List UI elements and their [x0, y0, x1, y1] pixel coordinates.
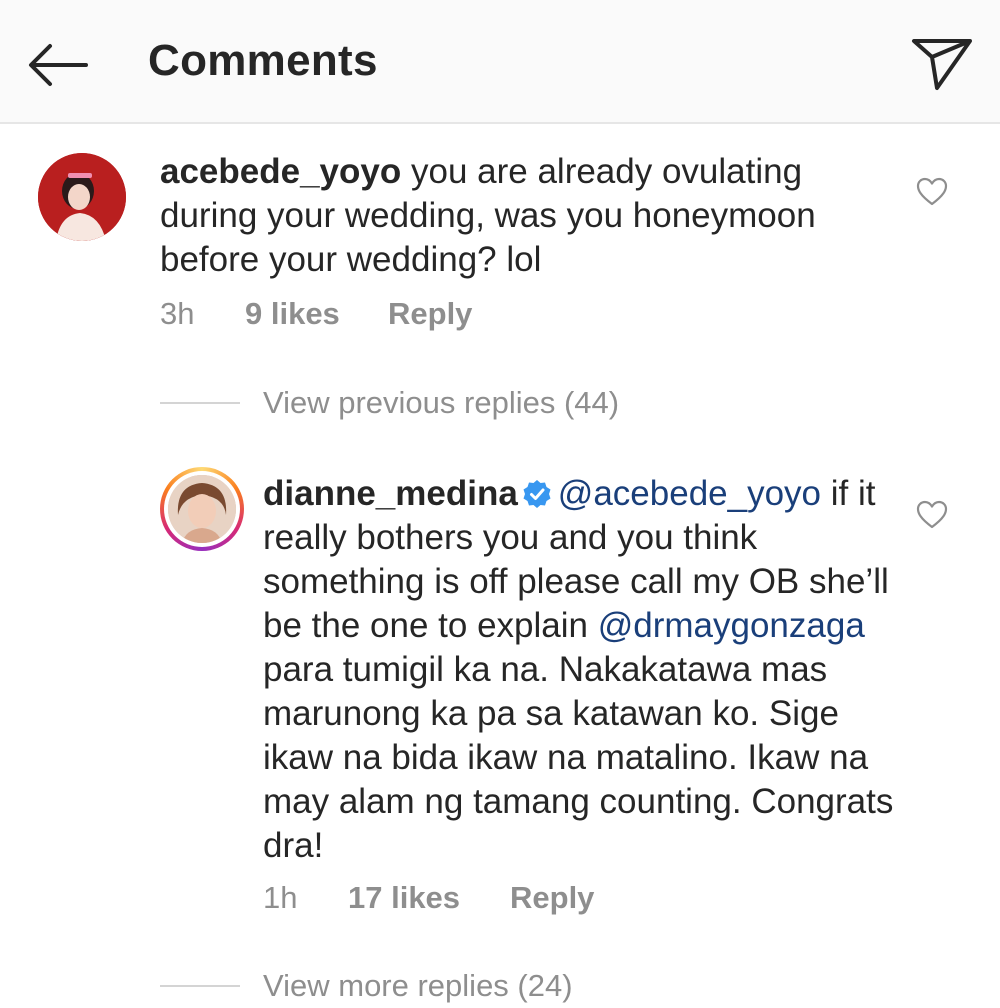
comment-time: 3h: [160, 296, 195, 331]
comment-text: para tumigil ka na. Nakakatawa mas marun…: [263, 650, 894, 865]
profile-photo: [168, 475, 236, 543]
divider: [160, 985, 240, 987]
divider: [160, 402, 240, 404]
story-ring[interactable]: [160, 467, 244, 551]
profile-photo: [38, 153, 126, 241]
comment-time: 1h: [263, 880, 298, 915]
share-button[interactable]: [910, 36, 974, 94]
heart-icon[interactable]: [916, 177, 948, 207]
reply-button[interactable]: Reply: [388, 296, 472, 332]
arrow-left-icon: [29, 44, 88, 86]
likes-count[interactable]: 9 likes: [245, 296, 340, 332]
reply-button[interactable]: Reply: [510, 880, 594, 916]
avatar: [168, 475, 236, 543]
comment-body: acebede_yoyo you are already ovulating d…: [160, 150, 900, 282]
comment-body: dianne_medina @acebede_yoyo if it really…: [263, 472, 903, 868]
paper-plane-icon: [912, 39, 972, 90]
comments-header: Comments: [0, 0, 1000, 124]
mention-link[interactable]: @drmaygonzaga: [598, 606, 865, 645]
page-title: Comments: [148, 36, 378, 85]
verified-badge-icon: [523, 480, 551, 508]
back-button[interactable]: [26, 40, 90, 90]
view-more-replies-link[interactable]: View more replies (24): [263, 968, 573, 1004]
mention-link[interactable]: @acebede_yoyo: [558, 474, 821, 513]
comment-username[interactable]: acebede_yoyo: [160, 152, 401, 191]
avatar[interactable]: [38, 153, 126, 241]
heart-icon[interactable]: [916, 500, 948, 530]
view-previous-replies-link[interactable]: View previous replies (44): [263, 385, 619, 421]
likes-count[interactable]: 17 likes: [348, 880, 460, 916]
comment-username[interactable]: dianne_medina: [263, 474, 518, 513]
